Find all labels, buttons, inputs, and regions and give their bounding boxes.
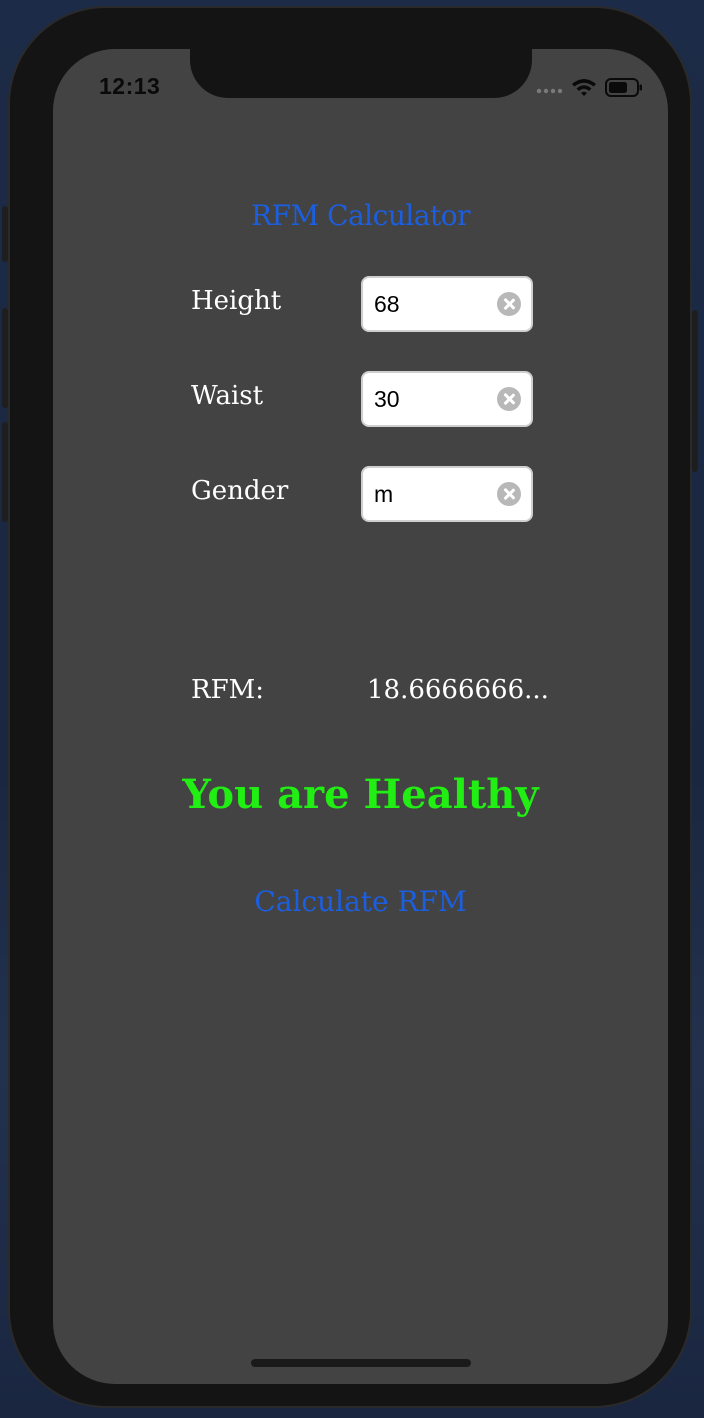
height-input-value: 68 (374, 291, 400, 317)
signal-dots-icon (536, 88, 563, 94)
battery-icon (605, 78, 642, 97)
app-screen: 12:13 RFM Calculator Height 68 Waist 30 … (53, 49, 668, 1384)
waist-label: Waist (191, 381, 264, 411)
waist-input[interactable]: 30 (361, 371, 533, 427)
gender-input[interactable]: m (361, 466, 533, 522)
rfm-label: RFM: (191, 675, 264, 705)
phone-frame: 12:13 RFM Calculator Height 68 Waist 30 … (2, 8, 698, 1406)
calculate-rfm-button[interactable]: Calculate RFM (243, 885, 478, 918)
status-icons (535, 75, 645, 99)
clear-gender-icon[interactable] (497, 482, 521, 506)
waist-input-value: 30 (374, 386, 400, 412)
wifi-icon (572, 79, 596, 96)
gender-label: Gender (191, 476, 289, 506)
clear-waist-icon[interactable] (497, 387, 521, 411)
home-indicator[interactable] (251, 1359, 471, 1367)
app-title: RFM Calculator (250, 199, 471, 232)
height-label: Height (191, 286, 282, 316)
height-input[interactable]: 68 (361, 276, 533, 332)
volume-up-button (2, 308, 8, 408)
gender-input-value: m (374, 481, 394, 507)
silent-switch (2, 206, 8, 262)
volume-down-button (2, 422, 8, 522)
clear-height-icon[interactable] (497, 292, 521, 316)
power-button (692, 310, 698, 472)
health-verdict: You are Healthy (182, 771, 539, 818)
rfm-value: 18.6666666... (367, 675, 549, 705)
status-time: 12:13 (99, 73, 161, 99)
notch (190, 49, 532, 98)
